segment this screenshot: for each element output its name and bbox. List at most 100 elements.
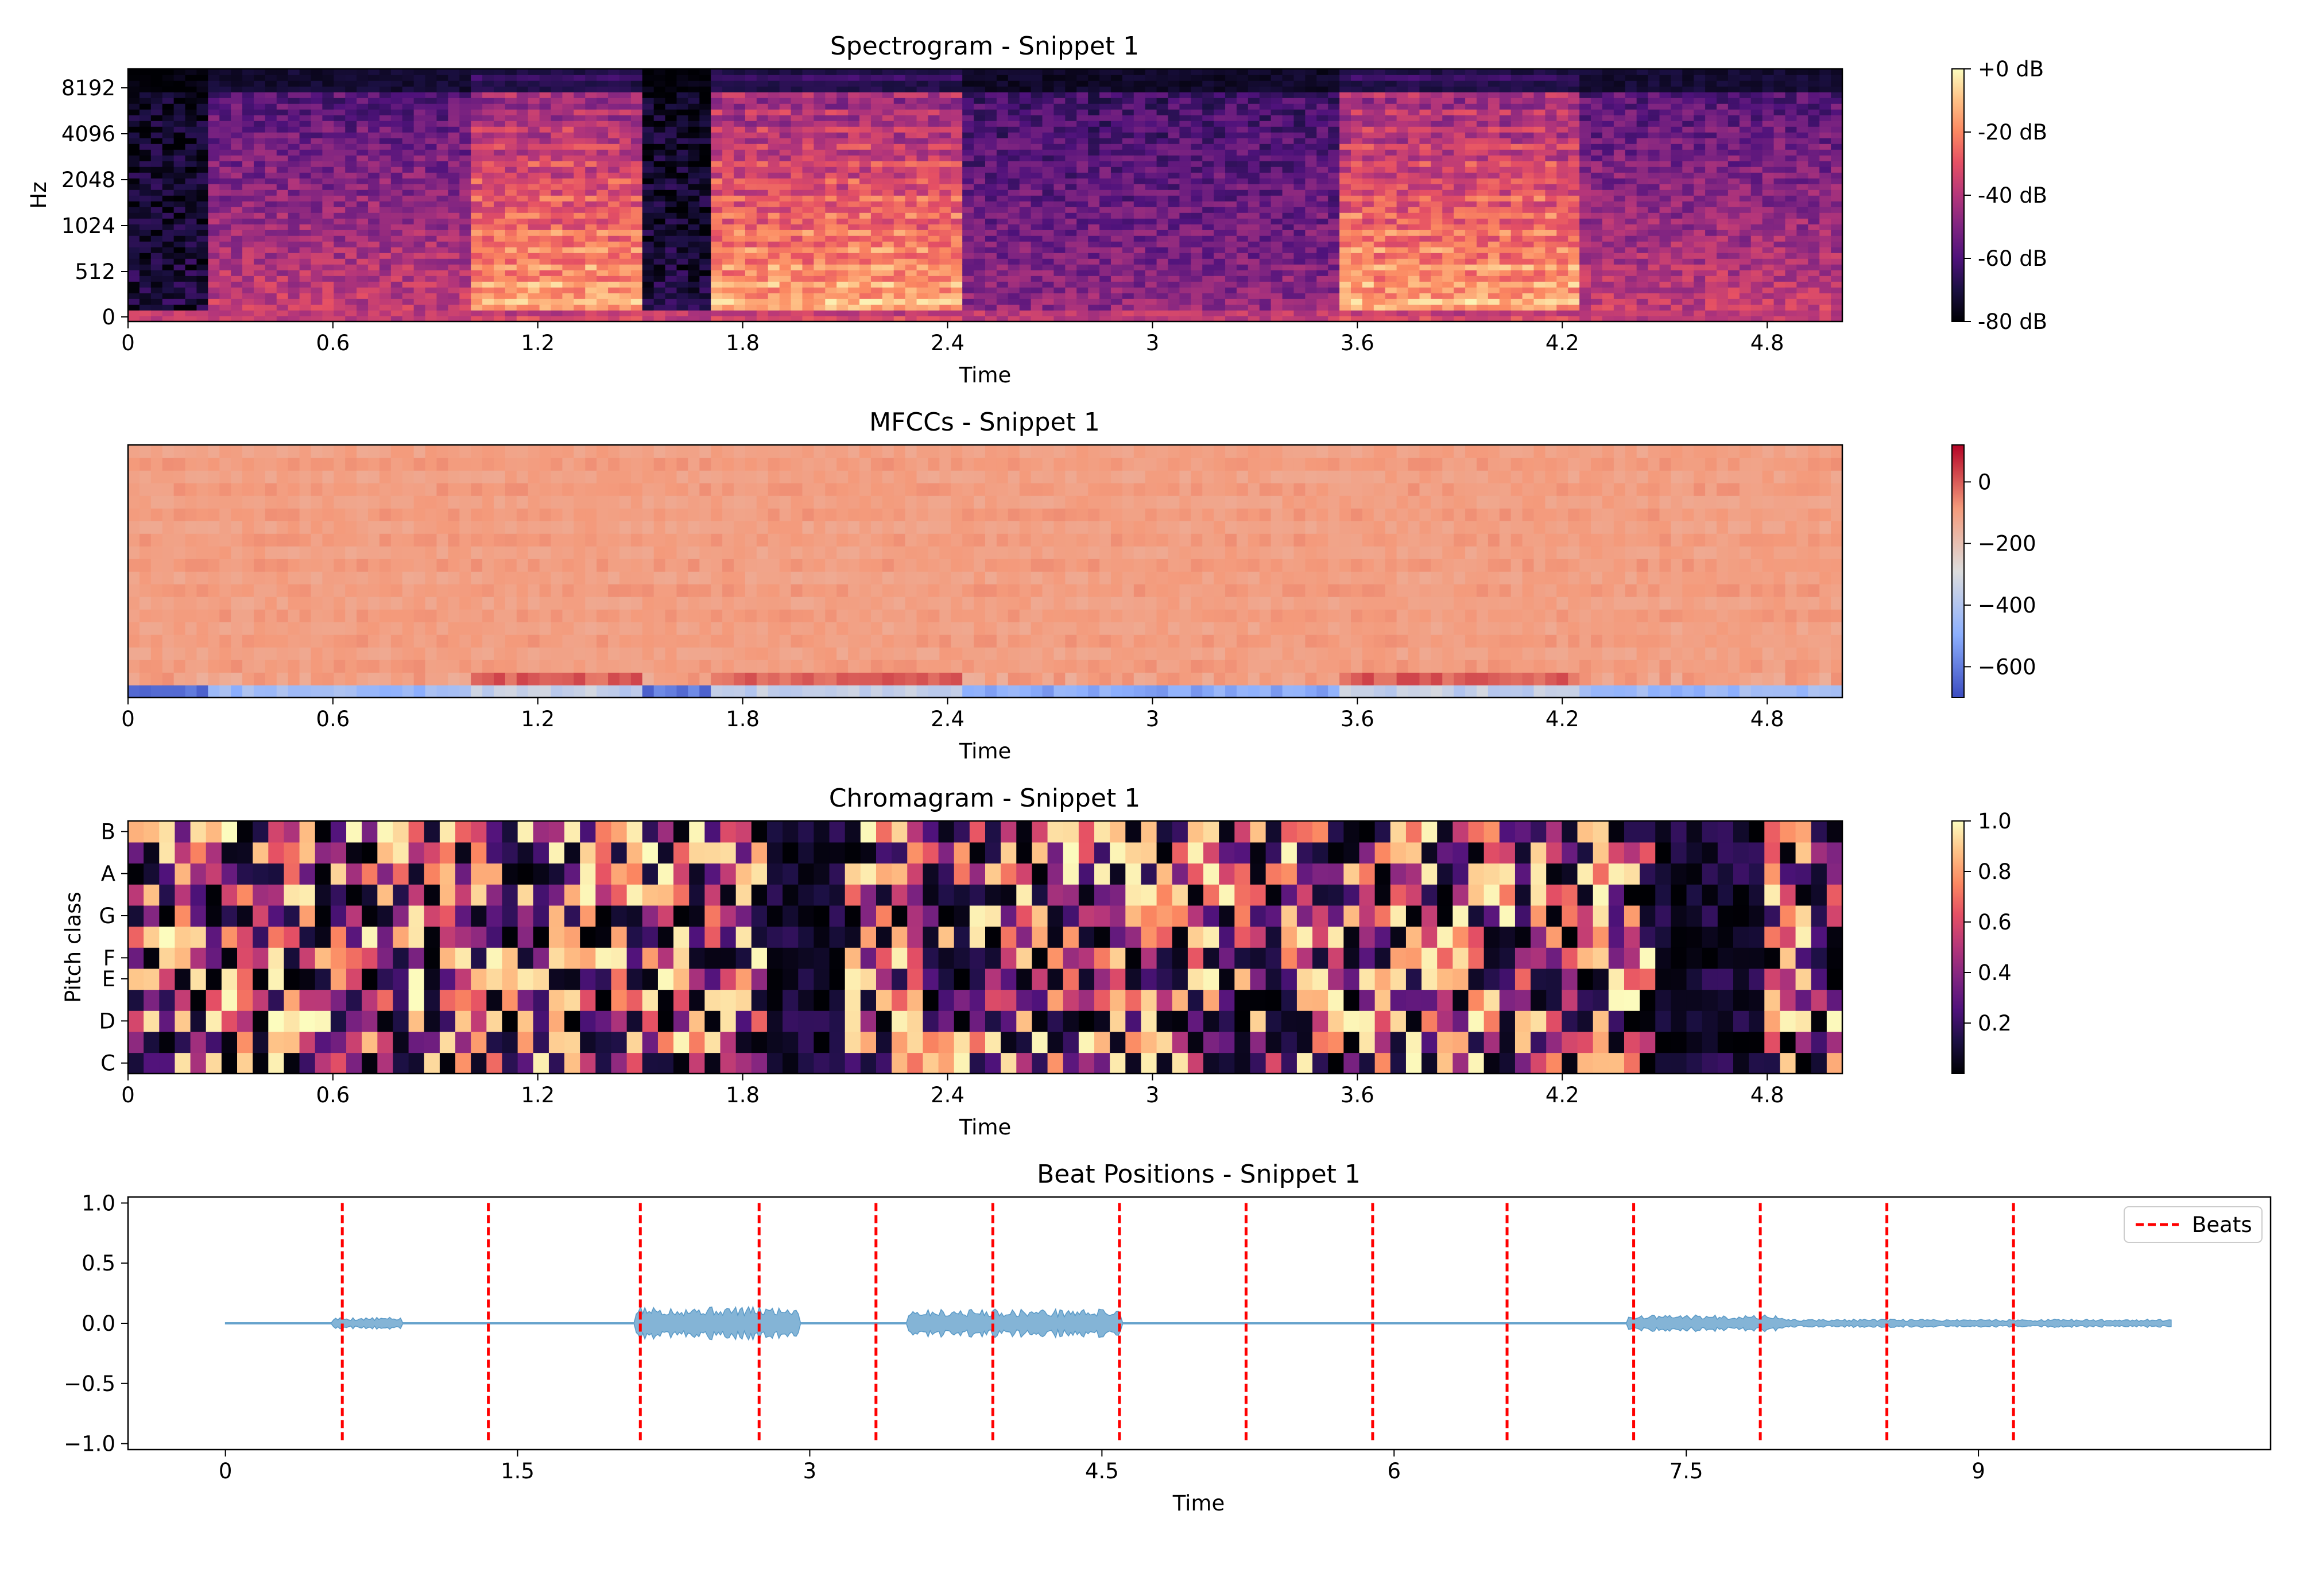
figure: Spectrogram - Snippet 1 0 0.6 1.2 1.8 2.4 3 3.… — [26, 32, 2272, 1516]
chromagram-x-tick-label: 2.4 — [931, 1083, 964, 1107]
waveform-series — [224, 1305, 2172, 1342]
spectrogram-colorbar-ticks: +0 dB -20 dB -40 dB -60 dB -80 dB — [1964, 57, 2047, 334]
mfcc-colorbar-tick-label: −400 — [1978, 593, 2036, 618]
spectrogram-x-tick-label: 4.2 — [1545, 331, 1579, 355]
spectrogram-x-label: Time — [959, 363, 1012, 388]
spectrogram-y-tick-label: 512 — [75, 259, 115, 284]
beats-x-tick-label: 4.5 — [1085, 1459, 1119, 1483]
beats-x-tick-label: 9 — [1971, 1459, 1985, 1483]
chromagram-y-tick-label: F — [103, 946, 115, 970]
chromagram-x-label: Time — [959, 1115, 1012, 1140]
mfcc-x-tick-label: 4.8 — [1750, 707, 1784, 731]
mfcc-x-tick-label: 1.8 — [726, 707, 760, 731]
mfcc-heatmap — [128, 445, 1843, 698]
beats-x-tick-label: 6 — [1387, 1459, 1401, 1483]
spectrogram-colorbar-tick-label: -40 dB — [1978, 183, 2047, 208]
mfcc-x-tick-label: 2.4 — [931, 707, 964, 731]
beats-y-tick-label: −1.0 — [64, 1432, 115, 1456]
beats-legend: Beats — [2124, 1206, 2263, 1243]
chromagram-y-label: Pitch class — [61, 892, 86, 1003]
spectrogram-x-tick-label: 2.4 — [931, 331, 964, 355]
chromagram-heatmap — [128, 821, 1843, 1074]
chromagram-colorbar — [1951, 820, 1965, 1074]
spectrogram-heatmap — [128, 69, 1843, 322]
mfcc-x-tick-label: 0 — [121, 707, 135, 731]
mfcc-x-tick-label: 3.6 — [1341, 707, 1374, 731]
chromagram-x-tick-label: 0.6 — [316, 1083, 350, 1107]
legend-beats-label: Beats — [2192, 1213, 2252, 1237]
spectrogram-y-tick-label: 2048 — [61, 168, 115, 192]
mfcc-x-ticks: 0 0.6 1.2 1.8 2.4 3 3.6 4.2 4.8 — [121, 698, 1784, 731]
chromagram-colorbar-tick-label: 0.4 — [1978, 960, 2012, 985]
beats-x-tick-label: 0 — [219, 1459, 233, 1483]
chromagram-colorbar-tick-label: 0.8 — [1978, 859, 2012, 884]
chromagram-x-ticks: 0 0.6 1.2 1.8 2.4 3 3.6 4.2 4.8 — [121, 1074, 1784, 1107]
beats-x-ticks: 0 1.5 3 4.5 6 7.5 9 — [219, 1450, 1985, 1483]
chromagram-y-tick-label: E — [102, 967, 115, 991]
mfcc-x-tick-label: 1.2 — [521, 707, 555, 731]
spectrogram-panel: Spectrogram - Snippet 1 0 0.6 1.2 1.8 2.4 3 3.… — [26, 32, 2047, 388]
chromagram-y-tick-label: A — [101, 862, 115, 886]
beats-y-tick-label: 1.0 — [82, 1191, 115, 1215]
mfcc-x-tick-label: 4.2 — [1545, 707, 1579, 731]
chromagram-x-tick-label: 1.8 — [726, 1083, 760, 1107]
spectrogram-y-tick-label: 4096 — [61, 122, 115, 146]
chromagram-colorbar-tick-label: 1.0 — [1978, 809, 2012, 834]
beats-x-tick-label: 1.5 — [501, 1459, 534, 1483]
beats-y-tick-label: 0.5 — [82, 1251, 115, 1276]
spectrogram-y-ticks: 0 512 1024 2048 4096 8192 — [61, 76, 128, 330]
mfcc-colorbar-tick-label: −200 — [1978, 532, 2036, 556]
spectrogram-colorbar — [1951, 68, 1965, 322]
spectrogram-title: Spectrogram - Snippet 1 — [830, 32, 1139, 61]
spectrogram-x-tick-label: 0 — [121, 331, 135, 355]
beats-y-tick-label: −0.5 — [64, 1372, 115, 1396]
spectrogram-y-label: Hz — [26, 181, 51, 208]
chromagram-x-tick-label: 3 — [1146, 1083, 1160, 1107]
beats-panel: Beat Positions - Snippet 1 0 1.5 3 4.5 6 7.5 9… — [64, 1160, 2272, 1516]
spectrogram-x-tick-label: 4.8 — [1750, 331, 1784, 355]
chromagram-y-tick-label: B — [101, 819, 115, 844]
waveform-envelope — [224, 1305, 2172, 1342]
chromagram-colorbar-tick-label: 0.6 — [1978, 910, 2012, 935]
spectrogram-colorbar-tick-label: -80 dB — [1978, 309, 2047, 334]
spectrogram-x-tick-label: 3 — [1146, 331, 1160, 355]
mfcc-title: MFCCs - Snippet 1 — [869, 408, 1100, 437]
spectrogram-colorbar-tick-label: -20 dB — [1978, 120, 2047, 145]
spectrogram-x-tick-label: 1.2 — [521, 331, 555, 355]
mfcc-x-label: Time — [959, 739, 1012, 764]
spectrogram-x-tick-label: 1.8 — [726, 331, 760, 355]
spectrogram-x-tick-label: 3.6 — [1341, 331, 1374, 355]
chromagram-x-tick-label: 1.2 — [521, 1083, 555, 1107]
mfcc-panel: MFCCs - Snippet 1 0 0.6 1.2 1.8 2.4 3 3.6 4.2 4.… — [121, 408, 2036, 764]
spectrogram-x-ticks: 0 0.6 1.2 1.8 2.4 3 3.6 4.2 4.8 — [121, 321, 1784, 355]
mfcc-colorbar — [1951, 444, 1965, 698]
mfcc-x-tick-label: 0.6 — [316, 707, 350, 731]
chromagram-panel: Chromagram - Snippet 1 0 0.6 1.2 1.8 2.4 3 3.6… — [61, 784, 2012, 1140]
beats-title: Beat Positions - Snippet 1 — [1037, 1160, 1361, 1189]
chromagram-y-ticks: CDEFGAB — [99, 819, 128, 1076]
spectrogram-y-tick-label: 8192 — [61, 76, 115, 100]
chromagram-x-tick-label: 4.8 — [1750, 1083, 1784, 1107]
chromagram-y-tick-label: D — [99, 1009, 116, 1033]
mfcc-colorbar-tick-label: −600 — [1978, 654, 2036, 679]
chromagram-y-tick-label: G — [99, 904, 115, 928]
beats-x-tick-label: 3 — [803, 1459, 817, 1483]
spectrogram-colorbar-tick-label: -60 dB — [1978, 246, 2047, 271]
chromagram-x-tick-label: 3.6 — [1341, 1083, 1374, 1107]
spectrogram-y-tick-label: 1024 — [61, 214, 115, 238]
beats-y-tick-label: 0.0 — [82, 1311, 115, 1336]
mfcc-colorbar-tick-label: 0 — [1978, 470, 1992, 494]
mfcc-x-tick-label: 3 — [1146, 707, 1160, 731]
beats-y-ticks: 1.0 0.5 0.0 −0.5 −1.0 — [64, 1191, 128, 1456]
beats-x-tick-label: 7.5 — [1670, 1459, 1703, 1483]
chromagram-y-tick-label: C — [100, 1051, 115, 1076]
chromagram-x-tick-label: 4.2 — [1545, 1083, 1579, 1107]
spectrogram-colorbar-tick-label: +0 dB — [1978, 57, 2044, 82]
beats-x-label: Time — [1172, 1491, 1225, 1516]
chromagram-x-tick-label: 0 — [121, 1083, 135, 1107]
mfcc-colorbar-ticks: 0 −200 −400 −600 — [1964, 470, 2036, 679]
chromagram-title: Chromagram - Snippet 1 — [829, 784, 1140, 813]
chromagram-colorbar-tick-label: 0.2 — [1978, 1011, 2012, 1036]
spectrogram-x-tick-label: 0.6 — [316, 331, 350, 355]
spectrogram-y-tick-label: 0 — [102, 305, 115, 330]
